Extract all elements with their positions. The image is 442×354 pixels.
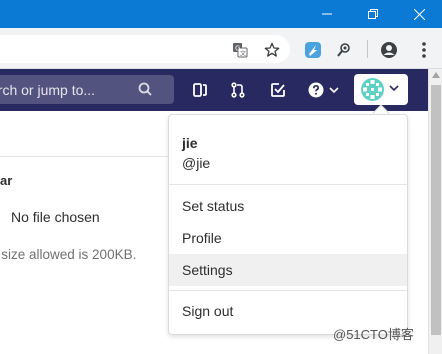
star-icon[interactable] xyxy=(262,40,282,60)
account-icon[interactable] xyxy=(379,40,399,60)
page-scrollbar[interactable] xyxy=(428,69,442,354)
section-divider xyxy=(0,156,170,157)
scroll-up-arrow-icon[interactable] xyxy=(432,72,440,78)
menu-item-sign-out[interactable]: Sign out xyxy=(169,295,407,327)
menu-item-set-status[interactable]: Set status xyxy=(169,190,407,222)
svg-text:文: 文 xyxy=(240,50,246,58)
search-input[interactable]: arch or jump to... xyxy=(0,75,174,104)
menu-item-profile[interactable]: Profile xyxy=(169,222,407,254)
menu-item-settings[interactable]: Settings xyxy=(169,254,407,286)
kebab-menu-icon[interactable] xyxy=(414,40,434,60)
close-icon xyxy=(413,8,425,20)
chevron-down-icon xyxy=(328,87,339,94)
restore-icon xyxy=(368,9,378,19)
dropdown-divider xyxy=(169,184,407,185)
user-dropdown-menu: jie @jie Set status Profile Settings Sig… xyxy=(168,114,408,335)
translate-icon[interactable]: G文 xyxy=(230,40,250,60)
watermark: @51CTO博客 xyxy=(333,327,414,342)
help-button[interactable] xyxy=(303,78,343,102)
search-placeholder: arch or jump to... xyxy=(0,82,96,98)
avatar xyxy=(361,78,384,101)
section-label: ar xyxy=(0,173,13,188)
search-icon xyxy=(138,82,152,96)
issues-button[interactable] xyxy=(265,78,291,102)
chevron-down-icon xyxy=(389,85,399,92)
merge-requests-button[interactable] xyxy=(225,78,251,102)
extension-icon-2[interactable] xyxy=(334,40,354,60)
todo-panel-icon xyxy=(193,83,207,97)
minimize-button[interactable] xyxy=(305,0,349,28)
issues-check-icon xyxy=(271,83,285,97)
file-input-status[interactable]: No file chosen xyxy=(11,209,100,225)
toolbar-separator xyxy=(367,40,368,58)
file-size-hint: e size allowed is 200KB. xyxy=(0,247,137,262)
browser-toolbar xyxy=(0,28,442,69)
close-button[interactable] xyxy=(397,0,441,28)
dropdown-divider xyxy=(169,290,407,291)
todo-panel-button[interactable] xyxy=(187,78,213,102)
gitlab-navbar: arch or jump to... xyxy=(0,69,428,111)
extension-icon[interactable] xyxy=(303,40,323,60)
help-icon xyxy=(308,82,323,98)
minimize-icon xyxy=(322,13,332,15)
window-titlebar xyxy=(0,0,442,28)
user-menu-button[interactable] xyxy=(354,74,408,105)
dropdown-user-handle: @jie xyxy=(182,155,211,171)
scrollbar-thumb[interactable] xyxy=(431,85,441,335)
merge-request-icon xyxy=(231,82,245,98)
restore-button[interactable] xyxy=(351,0,395,28)
dropdown-user-name: jie xyxy=(182,135,198,151)
